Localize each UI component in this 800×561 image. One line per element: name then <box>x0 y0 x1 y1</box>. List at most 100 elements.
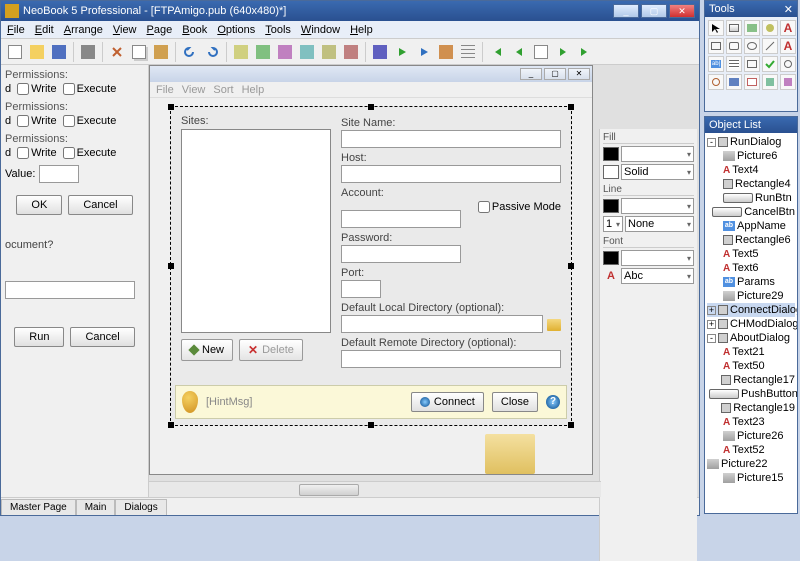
document-input[interactable] <box>5 281 135 299</box>
object-tree[interactable]: -RunDialog Picture6 AText4 Rectangle4 Ru… <box>705 133 797 487</box>
print-icon[interactable] <box>78 42 98 62</box>
textfield-tool-icon[interactable]: ab| <box>708 56 724 72</box>
compile-icon[interactable] <box>370 42 390 62</box>
menu-file[interactable]: File <box>7 24 25 36</box>
tree-node[interactable]: Picture29 <box>707 289 795 303</box>
tree-node[interactable]: RunBtn <box>707 191 795 205</box>
menu-edit[interactable]: Edit <box>35 24 54 36</box>
prev-page-icon[interactable] <box>509 42 529 62</box>
ok-button[interactable]: OK <box>16 195 62 215</box>
rect-tool-icon[interactable] <box>708 38 724 54</box>
tree-node[interactable]: AText52 <box>707 443 795 457</box>
font-select[interactable]: Abc▾ <box>621 268 694 284</box>
tab-dialogs[interactable]: Dialogs <box>115 499 166 515</box>
tree-node[interactable]: AText6 <box>707 261 795 275</box>
tree-node-aboutdialog[interactable]: -AboutDialog <box>707 331 795 345</box>
fill-fg-swatch[interactable] <box>603 147 619 161</box>
sub-maximize-button[interactable]: ▢ <box>544 68 566 80</box>
tree-node[interactable]: Rectangle17 <box>707 373 795 387</box>
sub-minimize-button[interactable]: _ <box>520 68 542 80</box>
image-tool-icon[interactable] <box>744 20 760 36</box>
tree-node[interactable]: Rectangle6 <box>707 233 795 247</box>
minimize-button[interactable]: _ <box>613 4 639 18</box>
horizontal-scrollbar[interactable] <box>149 481 601 497</box>
tree-node[interactable]: Picture22 <box>707 457 795 471</box>
play2-icon[interactable] <box>414 42 434 62</box>
help-icon[interactable]: ? <box>546 395 560 409</box>
cancel-button-2[interactable]: Cancel <box>70 327 134 347</box>
tab-master-page[interactable]: Master Page <box>1 499 76 515</box>
sub-menu-help[interactable]: Help <box>242 84 265 96</box>
run-button[interactable]: Run <box>14 327 64 347</box>
copy-icon[interactable] <box>129 42 149 62</box>
tree-node[interactable]: AText21 <box>707 345 795 359</box>
execute-checkbox-1[interactable]: Execute <box>63 83 117 95</box>
tools-close-icon[interactable]: ✕ <box>784 3 793 16</box>
page-icon[interactable] <box>531 42 551 62</box>
tree-node[interactable]: Rectangle19 <box>707 401 795 415</box>
resize-handle[interactable] <box>568 104 574 110</box>
calendar-tool-icon[interactable] <box>744 74 760 90</box>
tree-node[interactable]: Picture6 <box>707 149 795 163</box>
fill-bg-swatch[interactable] <box>603 165 619 179</box>
menu-help[interactable]: Help <box>350 24 373 36</box>
first-page-icon[interactable] <box>487 42 507 62</box>
tree-node-connectdialog[interactable]: +ConnectDialog <box>707 303 795 317</box>
site-name-input[interactable] <box>341 130 561 148</box>
tools-titlebar[interactable]: Tools✕ <box>705 1 797 17</box>
connect-button[interactable]: Connect <box>411 392 484 412</box>
tree-node-rundialog[interactable]: -RunDialog <box>707 135 795 149</box>
font-color-select[interactable]: ▾ <box>621 250 694 266</box>
tree-node[interactable]: AText4 <box>707 163 795 177</box>
menu-options[interactable]: Options <box>217 24 255 36</box>
radio-tool-icon[interactable] <box>780 56 796 72</box>
tree-node[interactable]: Picture26 <box>707 429 795 443</box>
paste-icon[interactable] <box>151 42 171 62</box>
tool-a-icon[interactable] <box>231 42 251 62</box>
menu-tools[interactable]: Tools <box>265 24 291 36</box>
value-input[interactable] <box>39 165 79 183</box>
close-button[interactable]: ✕ <box>669 4 695 18</box>
pointer-tool-icon[interactable] <box>708 20 724 36</box>
combo-tool-icon[interactable] <box>744 56 760 72</box>
browse-local-icon[interactable] <box>547 319 561 331</box>
tree-node[interactable]: AText23 <box>707 415 795 429</box>
undo-icon[interactable] <box>180 42 200 62</box>
host-input[interactable] <box>341 165 561 183</box>
resize-handle[interactable] <box>568 263 574 269</box>
sub-menu-file[interactable]: File <box>156 84 174 96</box>
tree-node[interactable]: CancelBtn <box>707 205 795 219</box>
check-tool-icon[interactable] <box>762 56 778 72</box>
line-style-select[interactable]: None▾ <box>625 216 694 232</box>
line-width-select[interactable]: 1▾ <box>603 216 623 232</box>
maximize-button[interactable]: ▢ <box>641 4 667 18</box>
shape-tool-icon[interactable] <box>762 20 778 36</box>
tree-node[interactable]: abAppName <box>707 219 795 233</box>
tool-f-icon[interactable] <box>341 42 361 62</box>
fill-fg-select[interactable]: ▾ <box>621 146 694 162</box>
execute-checkbox-2[interactable]: Execute <box>63 115 117 127</box>
menu-page[interactable]: Page <box>147 24 173 36</box>
cancel-button[interactable]: Cancel <box>68 195 132 215</box>
tool-e-icon[interactable] <box>319 42 339 62</box>
last-page-icon[interactable] <box>575 42 595 62</box>
roundrect-tool-icon[interactable] <box>726 38 742 54</box>
tool-b-icon[interactable] <box>253 42 273 62</box>
sites-listbox[interactable] <box>181 129 331 333</box>
ellipse-tool-icon[interactable] <box>744 38 760 54</box>
expand-icon[interactable]: + <box>707 306 716 315</box>
media-tool-icon[interactable] <box>726 74 742 90</box>
expand-icon[interactable]: + <box>707 320 716 329</box>
new-icon[interactable] <box>5 42 25 62</box>
menu-window[interactable]: Window <box>301 24 340 36</box>
tree-node[interactable]: Picture15 <box>707 471 795 485</box>
next-page-icon[interactable] <box>553 42 573 62</box>
button-tool-icon[interactable] <box>726 20 742 36</box>
tree-node[interactable]: PushButton18 <box>707 387 795 401</box>
default-local-input[interactable] <box>341 315 543 333</box>
resize-handle[interactable] <box>168 263 174 269</box>
save-icon[interactable] <box>49 42 69 62</box>
tree-node[interactable]: AText50 <box>707 359 795 373</box>
object-list-titlebar[interactable]: Object List <box>705 117 797 133</box>
run-icon[interactable] <box>392 42 412 62</box>
